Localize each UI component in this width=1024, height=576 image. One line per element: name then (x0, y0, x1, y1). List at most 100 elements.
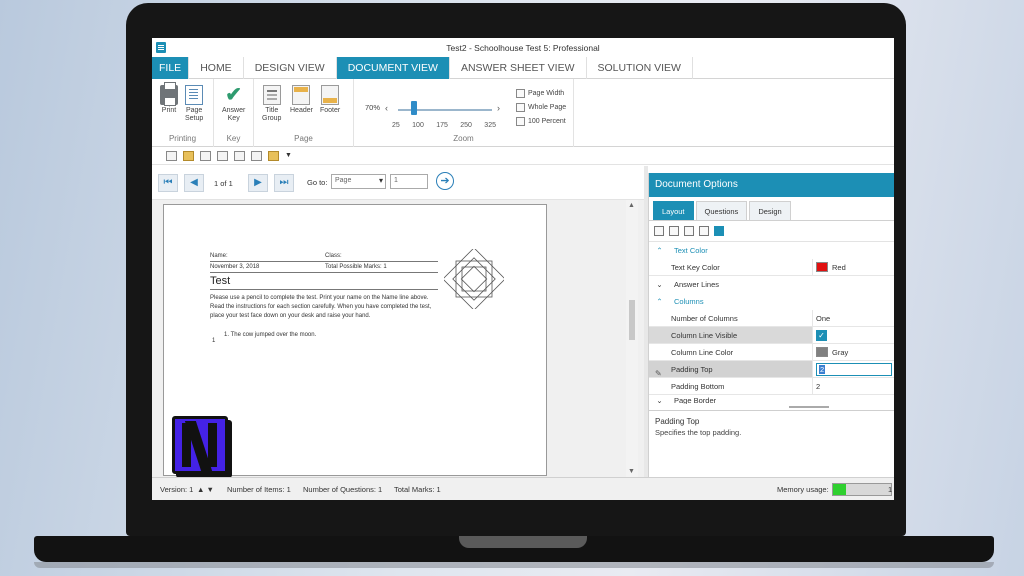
property-value[interactable]: 2 (813, 378, 894, 394)
checkbox-checked-icon[interactable]: ✓ (816, 329, 827, 341)
categorized-icon[interactable] (654, 226, 664, 236)
whole-page-button[interactable]: Whole Page (516, 103, 566, 112)
zoom-left-chevron-icon[interactable]: ‹ (385, 103, 388, 113)
apply-check-icon[interactable] (714, 226, 724, 236)
new-document-icon[interactable] (166, 151, 177, 161)
class-field-label: Class: (325, 253, 342, 259)
property-value[interactable]: Red (813, 259, 894, 275)
color-name: Red (832, 262, 846, 272)
print-button[interactable]: Print (160, 82, 178, 115)
options-panel-title: Document Options (649, 173, 894, 197)
category-label: Columns (674, 297, 704, 306)
goto-arrow-icon[interactable]: ➔ (436, 172, 454, 190)
goto-type-value: Page (335, 177, 352, 184)
property-row-number-of-columns[interactable]: Number of Columns One (649, 310, 894, 327)
goto-type-select[interactable]: Page (331, 174, 386, 189)
alphabetical-icon[interactable] (669, 226, 679, 236)
goto-number-input[interactable]: 1 (390, 174, 428, 189)
property-value[interactable]: One (813, 310, 894, 326)
app-icon[interactable] (156, 42, 166, 53)
hundred-percent-label: 100 Percent (528, 118, 566, 125)
scroll-thumb[interactable] (629, 300, 635, 340)
version-text: Version: 1 (160, 485, 194, 494)
tab-home[interactable]: HOME (189, 57, 244, 79)
zoom-right-chevron-icon[interactable]: › (497, 103, 500, 113)
title-group-icon (262, 85, 281, 105)
category-page-border[interactable]: ⌄ Page Border (649, 395, 894, 404)
hundred-percent-icon (516, 117, 525, 126)
footer-label: Footer (320, 107, 341, 114)
tab-answer-sheet-view[interactable]: ANSWER SHEET VIEW (450, 57, 587, 79)
document-vertical-scrollbar[interactable]: ▲ ▼ (626, 200, 638, 477)
whole-page-icon (516, 103, 525, 112)
padding-top-input[interactable]: 2 (816, 362, 892, 376)
property-value[interactable]: 2 (813, 361, 894, 377)
padding-top-value: 2 (819, 364, 826, 374)
memory-usage-fill (833, 484, 846, 495)
zoom-slider-thumb[interactable] (411, 101, 417, 115)
property-value[interactable]: ✓ (813, 327, 894, 343)
page-count: 1 of 1 (214, 179, 233, 188)
description-splitter[interactable] (649, 404, 894, 411)
scroll-down-icon[interactable]: ▼ (628, 468, 635, 475)
tab-layout[interactable]: Layout (653, 201, 694, 220)
header-button[interactable]: Header (290, 85, 313, 115)
zoom-ticks: 25 100 175 250 325 (392, 122, 496, 129)
page-setup-button[interactable]: Page Setup (185, 85, 203, 123)
property-value[interactable]: Gray (813, 344, 894, 360)
property-row-column-line-color[interactable]: Column Line Color Gray (649, 344, 894, 361)
scroll-up-icon[interactable]: ▲ (628, 202, 635, 209)
page-width-button[interactable]: Page Width (516, 89, 564, 98)
property-row-padding-top[interactable]: ✎ Padding Top 2 (649, 361, 894, 378)
tab-design-view[interactable]: DESIGN VIEW (244, 57, 337, 79)
expand-chevron-icon[interactable]: ⌄ (655, 276, 664, 293)
tab-questions[interactable]: Questions (695, 201, 748, 220)
zoom-tick: 250 (460, 122, 472, 129)
collapse-chevron-icon[interactable]: ⌃ (655, 242, 664, 259)
title-group-button[interactable]: Title Group (262, 85, 281, 123)
save-icon[interactable] (200, 151, 211, 161)
footer-button[interactable]: Footer (320, 85, 340, 115)
next-page-button[interactable]: ▶ (248, 174, 268, 192)
tab-solution-view[interactable]: SOLUTION VIEW (587, 57, 693, 79)
save-settings-icon[interactable] (684, 226, 694, 236)
title-rule (210, 289, 438, 290)
header-rule (210, 261, 438, 262)
tab-design[interactable]: Design (749, 201, 791, 220)
category-text-color[interactable]: ⌃ Text Color (649, 242, 894, 259)
open-folder-icon[interactable] (183, 151, 194, 161)
property-row-column-line-visible[interactable]: Column Line Visible ✓ (649, 327, 894, 344)
answer-key-button[interactable]: ✔ Answer Key (222, 85, 245, 123)
ribbon: Print Page Setup Printing ✔ Answer Key K… (152, 79, 894, 147)
hundred-percent-button[interactable]: 100 Percent (516, 117, 566, 126)
reset-icon[interactable] (699, 226, 709, 236)
folder-icon[interactable] (268, 151, 279, 161)
save-all-icon[interactable] (234, 151, 245, 161)
tab-file[interactable]: FILE (152, 57, 190, 79)
customize-dropdown-icon[interactable]: ▼ (285, 151, 296, 161)
answer-key-label-1: Answer (222, 107, 246, 114)
last-page-button[interactable]: ⏭ (274, 174, 294, 192)
goto-label: Go to: (307, 178, 328, 187)
property-row-padding-bottom[interactable]: Padding Bottom 2 (649, 378, 894, 395)
save-as-icon[interactable] (217, 151, 228, 161)
options-tabs: Layout Questions Design (649, 197, 894, 221)
padding-top-label: Padding Top (671, 365, 713, 374)
color-name: Gray (832, 347, 849, 357)
collapse-chevron-icon[interactable]: ⌃ (655, 293, 664, 310)
printer-small-icon[interactable] (251, 151, 262, 161)
print-label: Print (161, 107, 177, 114)
zoom-tick: 175 (436, 122, 448, 129)
first-page-button[interactable]: ⏮ (158, 174, 178, 192)
version-stepper-icon[interactable]: ▲ ▼ (197, 485, 214, 494)
category-columns[interactable]: ⌃ Columns (649, 293, 894, 310)
red-color-swatch (816, 262, 828, 272)
previous-page-button[interactable]: ◀ (184, 174, 204, 192)
expand-chevron-icon[interactable]: ⌄ (655, 395, 664, 404)
tab-document-view[interactable]: DOCUMENT VIEW (336, 57, 450, 79)
school-emblem-icon (444, 249, 504, 309)
answer-key-label-2: Key (227, 115, 240, 122)
category-answer-lines[interactable]: ⌄ Answer Lines (649, 276, 894, 293)
page-navigation-bar: ⏮ ◀ 1 of 1 ▶ ⏭ Go to: Page 1 ➔ (152, 166, 648, 200)
property-row-text-key-color[interactable]: Text Key Color Red (649, 259, 894, 276)
